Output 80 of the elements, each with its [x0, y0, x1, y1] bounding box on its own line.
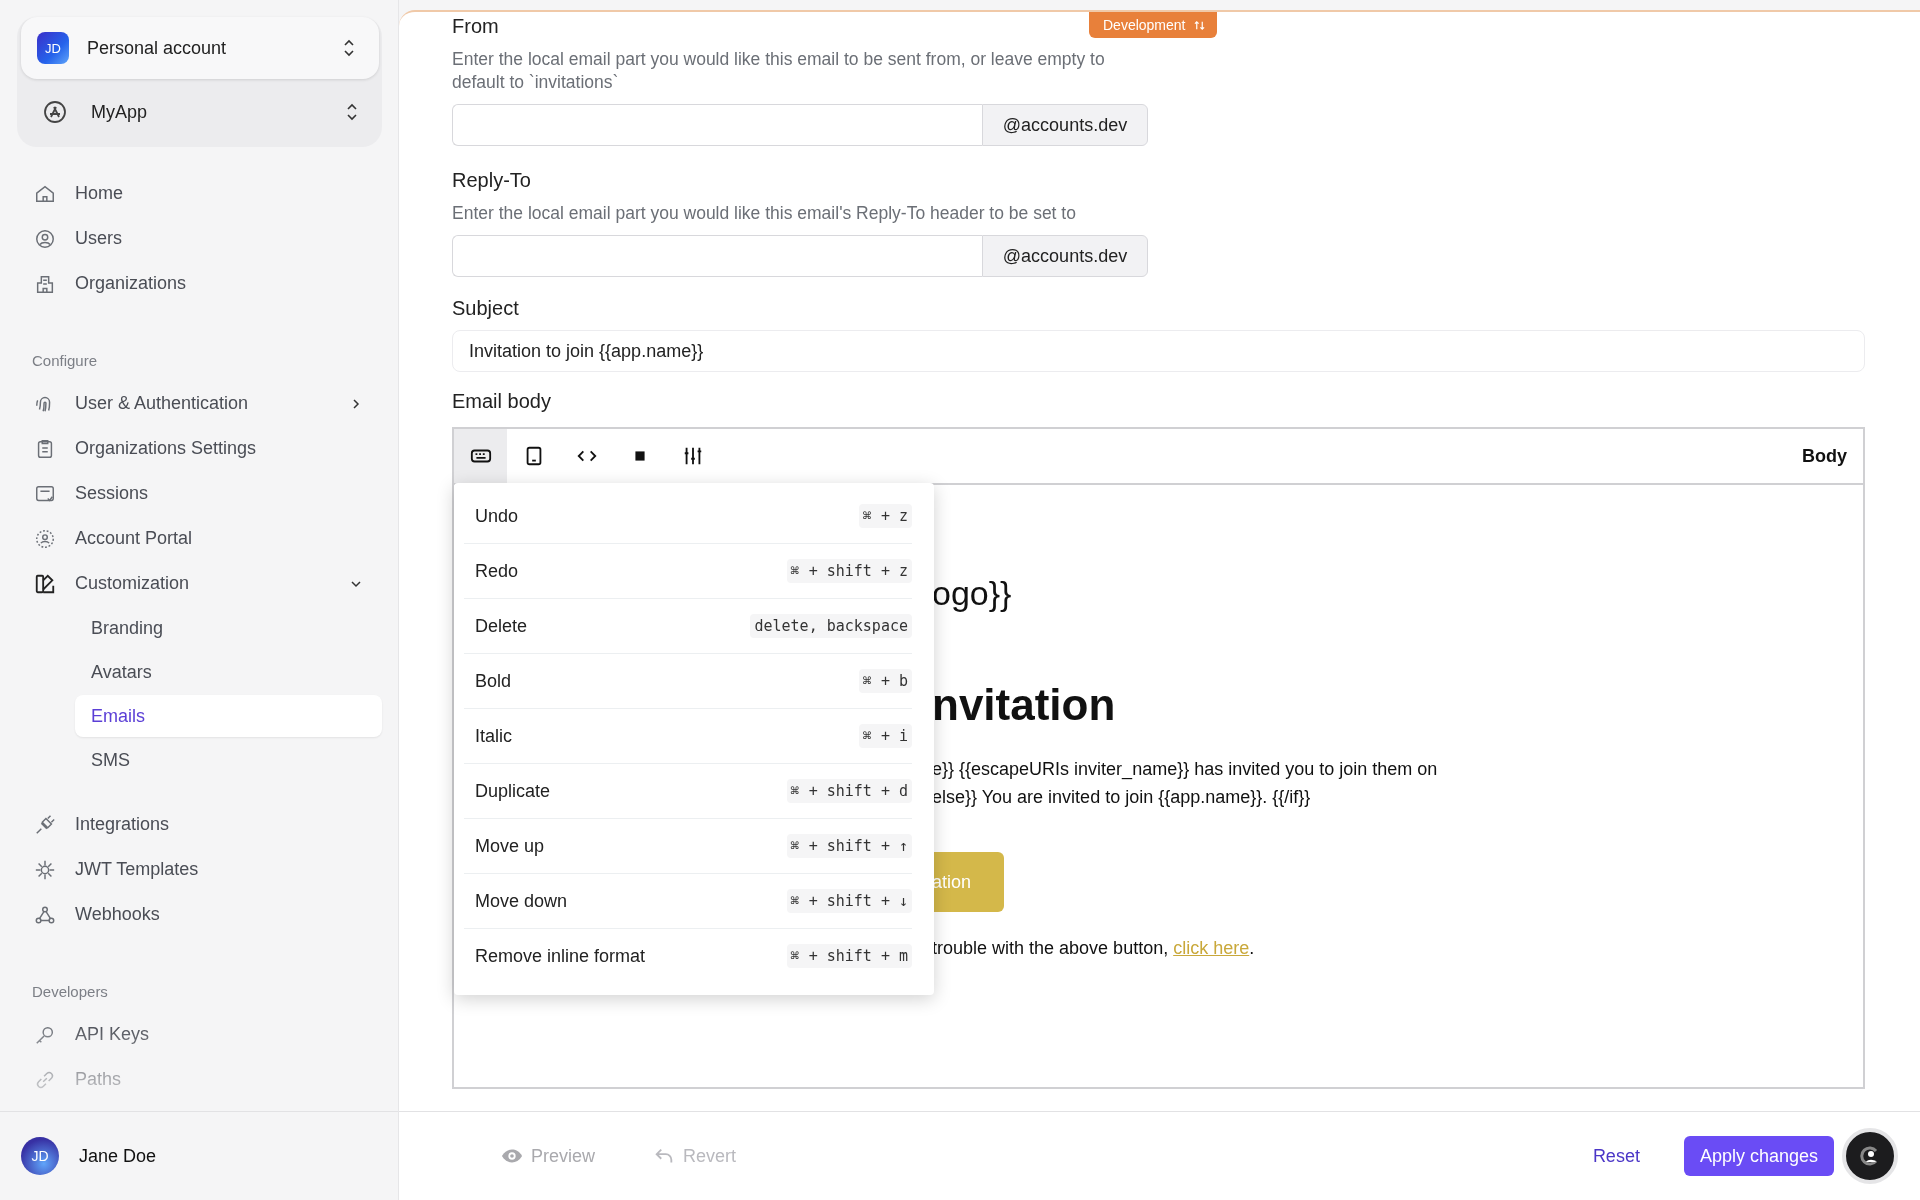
menu-item-label: Move up	[475, 835, 545, 857]
menu-item[interactable]: Duplicate ⌘ + shift + d	[464, 764, 912, 819]
menu-item[interactable]: Italic ⌘ + i	[464, 709, 912, 764]
menu-item-label: Remove inline format	[475, 945, 646, 967]
user-name: Jane Doe	[79, 1145, 157, 1167]
app-switcher[interactable]: MyApp	[21, 79, 382, 145]
account-name: Personal account	[87, 37, 228, 59]
from-email-field[interactable]	[452, 104, 982, 146]
menu-item[interactable]: Delete delete, backspace	[464, 599, 912, 654]
menu-item[interactable]: Move down ⌘ + shift + ↓	[464, 874, 912, 929]
menu-item-label: Bold	[475, 670, 512, 692]
menu-item[interactable]: Move up ⌘ + shift + ↑	[464, 819, 912, 874]
user-menu[interactable]: JD Jane Doe	[0, 1111, 398, 1200]
account-avatar: JD	[37, 32, 69, 64]
field-description: Enter the local email part you would like this email's Reply-To header to be set to	[452, 202, 1077, 225]
keyboard-shortcut: ⌘ + b	[858, 669, 912, 693]
menu-item[interactable]: Undo ⌘ + z	[464, 489, 912, 544]
app-store-icon	[43, 100, 67, 124]
sidebar-item[interactable]: User & Authentication	[0, 381, 398, 426]
menu-item-label: Move down	[475, 890, 568, 912]
domain-suffix: @accounts.dev	[982, 235, 1148, 277]
reply-to-email-field[interactable]	[452, 235, 982, 277]
apply-changes-button[interactable]: Apply changes	[1683, 1136, 1834, 1176]
keyboard-shortcut: ⌘ + shift + d	[786, 779, 912, 803]
keyboard-shortcut: ⌘ + shift + m	[786, 944, 912, 968]
user-icon	[34, 227, 56, 250]
menu-item[interactable]: Bold ⌘ + b	[464, 654, 912, 709]
field-label: Subject	[452, 296, 519, 321]
field-label: From	[452, 14, 499, 39]
sidebar-item[interactable]: Home	[0, 171, 398, 216]
field-label: Reply-To	[452, 168, 531, 193]
keyboard-tool-button[interactable]	[454, 429, 507, 483]
sidebar-item[interactable]: Organizations	[0, 261, 398, 306]
user-avatar: JD	[21, 1137, 59, 1175]
sidebar-subitem[interactable]: SMS	[75, 739, 382, 781]
sidebar-subitem[interactable]: Avatars	[75, 651, 382, 693]
logo-placeholder-text: ogo}}	[932, 573, 1013, 613]
sidebar-subitem[interactable]: Emails	[75, 695, 382, 737]
reset-button[interactable]: Reset	[1586, 1144, 1646, 1168]
app-name: MyApp	[91, 101, 149, 123]
menu-item-label: Undo	[475, 505, 519, 527]
section-heading: Configure	[31, 351, 99, 371]
menu-item-label: Delete	[475, 615, 528, 637]
sidebar-item[interactable]: Account Portal	[0, 516, 398, 561]
keyboard-shortcut: ⌘ + shift + ↑	[786, 834, 912, 858]
section-heading: Developers	[31, 982, 109, 1002]
sidebar-item[interactable]: Organizations Settings	[0, 426, 398, 471]
keyboard-shortcut: ⌘ + z	[858, 504, 912, 528]
sidebar-item[interactable]: JWT Templates	[0, 847, 398, 892]
portal-icon	[34, 527, 56, 550]
chevron-up-down-icon	[343, 38, 355, 58]
sidebar-item[interactable]: Integrations	[0, 802, 398, 847]
sidebar-item[interactable]: Webhooks	[0, 892, 398, 937]
menu-item-label: Redo	[475, 560, 519, 582]
editor-mode-label: Body	[1802, 445, 1847, 467]
chevron-up-down-icon	[346, 102, 358, 122]
field-label: Email body	[452, 389, 551, 414]
sidebar-item[interactable]: Users	[0, 216, 398, 261]
palette-icon	[34, 572, 56, 595]
plug-icon	[34, 813, 56, 836]
account-switcher[interactable]: JD Personal account	[21, 17, 379, 79]
field-description: Enter the local email part you would like this email to be sent from, or leave empty to default to `invitations`	[452, 48, 1106, 94]
sidebar-item[interactable]: Customization	[0, 561, 398, 606]
keyboard-shortcut: delete, backspace	[750, 614, 912, 638]
keyboard-shortcut: ⌘ + shift + ↓	[786, 889, 912, 913]
subject-field[interactable]: Invitation to join {{app.name}}	[452, 330, 1865, 372]
support-chat-button[interactable]	[1842, 1128, 1898, 1184]
menu-item[interactable]: Redo ⌘ + shift + z	[464, 544, 912, 599]
email-footer-text: trouble with the above button, click here.	[932, 937, 1256, 960]
swap-arrows-icon	[1193, 19, 1205, 31]
sidebar-item[interactable]: API Keys	[0, 1012, 398, 1057]
keyboard-shortcut: ⌘ + shift + z	[786, 559, 912, 583]
domain-suffix: @accounts.dev	[982, 104, 1148, 146]
sidebar-item[interactable]: Sessions	[0, 471, 398, 516]
sidebar-subitem[interactable]: Branding	[75, 607, 382, 649]
menu-item-label: Duplicate	[475, 780, 551, 802]
email-heading: nvitation	[932, 679, 1117, 731]
keyboard-shortcut: ⌘ + i	[858, 724, 912, 748]
menu-item[interactable]: Remove inline format ⌘ + shift + m	[464, 929, 912, 983]
menu-item-label: Italic	[475, 725, 512, 747]
